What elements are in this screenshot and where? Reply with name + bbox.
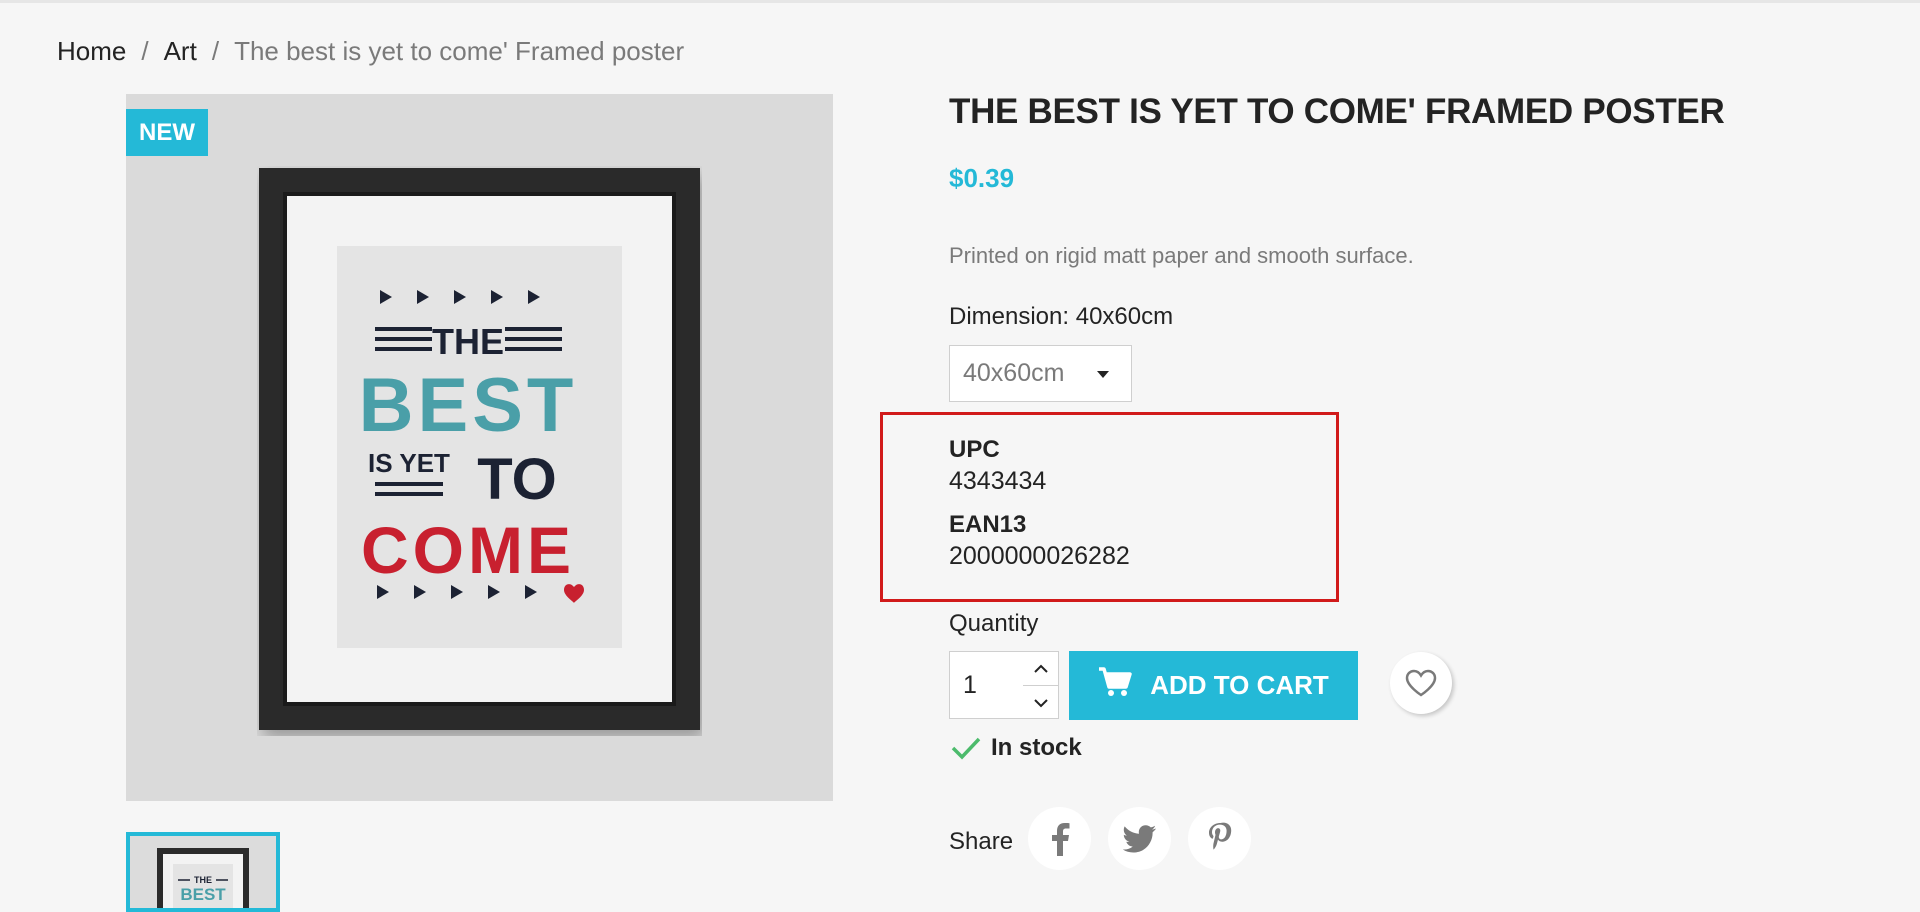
- product-thumbnail[interactable]: THE BEST: [126, 832, 280, 912]
- dimension-label: Dimension: 40x60cm: [949, 303, 1174, 330]
- product-price: $0.39: [949, 163, 1015, 193]
- stock-status-text: In stock: [991, 734, 1082, 761]
- quantity-label: Quantity: [949, 610, 1039, 637]
- product-title: THE BEST IS YET TO COME' FRAMED POSTER: [949, 92, 1725, 131]
- add-to-cart-label: ADD TO CART: [1150, 670, 1329, 700]
- share-facebook-button[interactable]: [1028, 807, 1091, 870]
- upc-value: 4343434: [949, 467, 1047, 495]
- chevron-up-icon: [1033, 664, 1048, 673]
- ean13-label: EAN13: [949, 511, 1027, 538]
- poster-text-best: BEST: [359, 363, 578, 448]
- pinterest-icon: [1208, 822, 1231, 849]
- quantity-increase-button[interactable]: [1023, 652, 1058, 686]
- stock-status: In stock: [951, 734, 1082, 762]
- quantity-input[interactable]: 1: [949, 651, 1024, 719]
- share-label: Share: [949, 828, 1014, 855]
- share-pinterest-button[interactable]: [1188, 807, 1251, 870]
- poster-text-come: COME: [361, 513, 575, 587]
- wishlist-button[interactable]: [1390, 652, 1452, 714]
- add-to-cart-button[interactable]: ADD TO CART: [1069, 651, 1358, 720]
- upc-label: UPC: [949, 436, 1000, 463]
- cart-icon: [1098, 666, 1132, 705]
- caret-down-icon: [1097, 371, 1109, 378]
- thumb-text-the: THE: [194, 875, 212, 885]
- breadcrumb: Home / Art / The best is yet to come' Fr…: [57, 36, 684, 67]
- breadcrumb-art[interactable]: Art: [164, 36, 197, 67]
- breadcrumb-separator: /: [141, 36, 149, 66]
- thumb-text-best: BEST: [180, 885, 226, 904]
- poster-text-the: THE: [432, 321, 504, 362]
- poster-text-is-yet: IS YET: [368, 448, 450, 478]
- breadcrumb-current: The best is yet to come' Framed poster: [234, 36, 685, 66]
- product-main-image[interactable]: NEW THE BEST IS YET TO COME: [126, 94, 833, 801]
- top-border: [0, 0, 1920, 3]
- quantity-stepper: [1023, 651, 1059, 719]
- product-description: Printed on rigid matt paper and smooth s…: [949, 243, 1414, 268]
- facebook-icon: [1051, 822, 1069, 856]
- breadcrumb-separator: /: [211, 36, 220, 66]
- breadcrumb-home[interactable]: Home: [57, 36, 126, 67]
- ean13-value: 2000000026282: [949, 542, 1130, 570]
- twitter-icon: [1122, 824, 1156, 852]
- heart-icon: [1405, 669, 1437, 697]
- quantity-decrease-button[interactable]: [1023, 686, 1058, 720]
- chevron-down-icon: [1033, 698, 1048, 707]
- check-icon: [951, 737, 981, 760]
- dimension-select-value: 40x60cm: [963, 359, 1065, 387]
- new-badge: NEW: [126, 109, 208, 156]
- share-twitter-button[interactable]: [1108, 807, 1171, 870]
- poster-text-to: TO: [477, 447, 557, 512]
- framed-poster-image: THE BEST IS YET TO COME: [257, 166, 702, 741]
- dimension-select[interactable]: 40x60cm: [949, 345, 1132, 402]
